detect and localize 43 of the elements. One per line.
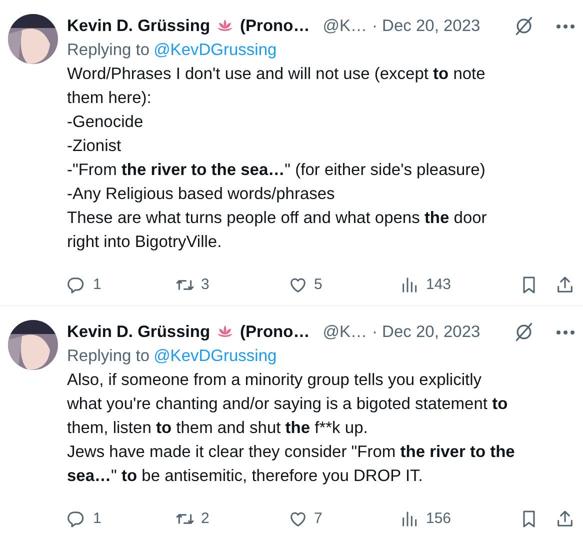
post-text-line: Word/Phrases I don't use and will not use (except to note [67,64,486,85]
post-text-line: them, listen to them and shut the f**k up. [67,418,369,439]
slashed-circle-icon [513,321,535,343]
more-button[interactable] [556,24,575,28]
share-button[interactable] [555,275,575,295]
display-name-suffix: (Prono… [240,16,310,37]
display-name-suffix: (Prono… [240,322,310,343]
post-text-line: -Any Religious based words/phrases [67,184,336,205]
more-icon [556,24,575,28]
display-name[interactable]: Kevin D. Grüssing [67,320,210,344]
avatar[interactable] [8,14,58,64]
slashed-circle-icon [513,15,535,37]
post-text-line: -Genocide [67,112,144,133]
share-icon [555,509,575,529]
post-text-line: -"From the river to the sea…" (for either side's pleasure) [67,160,486,181]
post-text-line: them here): [67,88,152,109]
post-text-line: what you're chanting and/or saying is a bigoted statement to [67,394,509,415]
post-date[interactable]: · Dec 20, 2023 [372,320,480,344]
replying-label: Replying to [67,346,150,367]
post-text-line: right into BigotryVille. [67,232,223,253]
reply-button[interactable]: 1 [67,274,175,296]
repost-button[interactable]: 2 [175,508,288,530]
display-name[interactable]: Kevin D. Grüssing [67,14,210,38]
user-handle[interactable]: @K… [322,320,367,344]
repost-button[interactable]: 3 [175,274,288,296]
views-button[interactable]: 143 [400,274,510,296]
post-text-line: Jews have made it clear they consider "From the river to the [67,442,516,463]
post-date[interactable]: · Dec 20, 2023 [372,14,480,38]
more-button[interactable] [556,330,575,334]
user-handle[interactable]: @K… [322,14,367,38]
more-icon [556,330,575,334]
views-button[interactable]: 156 [400,508,510,530]
post-text-line: Also, if someone from a minority group tells you explicitly [67,370,482,391]
share-icon [555,275,575,295]
share-button[interactable] [555,509,575,529]
like-button[interactable]: 7 [288,508,400,530]
post-text-line: -Zionist [67,136,122,157]
post-text-line: These are what turns people off and what opens the door [67,208,488,229]
avatar[interactable] [8,320,58,370]
post-text-line: sea…" to be antisemitic, therefore you DROP IT. [67,466,424,487]
replying-label: Replying to [67,40,150,61]
like-button[interactable]: 5 [288,274,400,296]
reply-button[interactable]: 1 [67,508,175,530]
